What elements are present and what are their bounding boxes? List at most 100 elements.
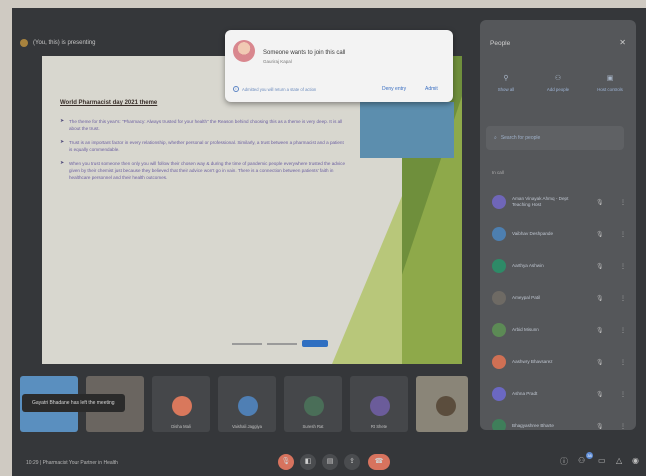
participant-name: Aarthya Ashwin bbox=[512, 263, 544, 268]
shield-icon: ▣ bbox=[606, 75, 614, 82]
bottom-control-bar: 10:29 | Pharmacist Your Partner in Healt… bbox=[12, 452, 646, 476]
mic-off-icon[interactable]: 🎙 bbox=[596, 327, 604, 334]
more-options-icon[interactable]: ⋮ bbox=[620, 391, 626, 398]
avatar bbox=[238, 396, 258, 416]
more-options-icon[interactable]: ⋮ bbox=[620, 295, 626, 302]
avatar bbox=[492, 259, 506, 273]
people-action-label: Add people bbox=[546, 87, 570, 92]
end-call-button[interactable]: ☎ bbox=[368, 454, 390, 470]
slide-title: World Pharmacist day 2021 theme bbox=[60, 100, 158, 106]
slide-control-track bbox=[267, 342, 297, 345]
join-request-note: i Admitted you will return a state of ac… bbox=[233, 86, 316, 92]
more-options-icon[interactable]: ⋮ bbox=[620, 423, 626, 430]
avatar bbox=[172, 396, 192, 416]
people-action-label: Host controls bbox=[597, 87, 623, 92]
participant-name: Bhagyashree Bharte bbox=[512, 423, 554, 428]
presenter-avatar bbox=[20, 39, 28, 47]
captions-button[interactable]: ▤ bbox=[322, 454, 338, 470]
slide-bullet: The theme for this year's: "Pharmacy: Al… bbox=[60, 118, 346, 132]
add-people-button[interactable]: ⚇ Add people bbox=[532, 74, 584, 92]
in-call-section-label: In call bbox=[492, 170, 504, 175]
show-all-button[interactable]: ⚲ Show all bbox=[480, 74, 532, 92]
deny-entry-button[interactable]: Deny entry bbox=[382, 86, 406, 92]
slide-control-track bbox=[232, 342, 262, 345]
meeting-time-title: 10:29 | Pharmacist Your Partner in Healt… bbox=[26, 460, 118, 466]
video-tile[interactable] bbox=[416, 376, 468, 432]
people-panel: People ✕ ⚲ Show all ⚇ Add people ▣ Host … bbox=[480, 20, 636, 430]
mic-off-icon[interactable]: 🎙 bbox=[596, 231, 604, 238]
slide-bullet: When you trust someone then only you wil… bbox=[60, 160, 346, 181]
mic-off-icon[interactable]: 🎙 bbox=[596, 199, 604, 206]
people-actions: ⚲ Show all ⚇ Add people ▣ Host controls bbox=[480, 74, 636, 92]
requester-name: Gauriraj Kapal bbox=[263, 59, 292, 64]
people-panel-title: People bbox=[490, 40, 511, 47]
participant-count-badge: 38 bbox=[586, 452, 593, 459]
participant-row[interactable]: Aashwry Bhavsarez 🎙 ⋮ bbox=[480, 346, 636, 378]
avatar bbox=[492, 387, 506, 401]
group-icon: ⚇ bbox=[554, 75, 562, 82]
avatar bbox=[370, 396, 390, 416]
mic-off-icon[interactable]: 🎙 bbox=[596, 295, 604, 302]
slide-bullets: The theme for this year's: "Pharmacy: Al… bbox=[60, 118, 346, 188]
more-options-icon[interactable]: ⋮ bbox=[620, 359, 626, 366]
mic-button[interactable]: 🎙 bbox=[278, 454, 294, 470]
slide-bullet: Trust is an important factor in every re… bbox=[60, 139, 346, 153]
tile-name: Vaishali Jaggiya bbox=[232, 424, 262, 429]
video-tile[interactable]: Vaishali Jaggiya bbox=[218, 376, 276, 432]
requester-avatar bbox=[233, 40, 255, 62]
participant-row[interactable]: Arbid Misunn 🎙 ⋮ bbox=[480, 314, 636, 346]
slide-controls[interactable] bbox=[232, 340, 328, 347]
presenter-label: (You, this) is presenting bbox=[33, 40, 96, 46]
participant-row[interactable]: Ameypal Patil 🎙 ⋮ bbox=[480, 282, 636, 314]
host-controls-button[interactable]: ▣ Host controls bbox=[584, 74, 636, 92]
tile-name: Rt Shete bbox=[370, 424, 388, 429]
participant-row[interactable]: Aman Vinayak Ahmq - Dept Teaching Host 🎙… bbox=[480, 186, 636, 218]
person-add-icon: ⚲ bbox=[503, 75, 509, 82]
more-options-icon[interactable]: ⋮ bbox=[620, 263, 626, 270]
more-options-icon[interactable]: ⋮ bbox=[620, 327, 626, 334]
avatar bbox=[492, 195, 506, 209]
search-people-input[interactable]: ⌕ Search for people bbox=[486, 126, 624, 150]
people-icon[interactable]: ⚇ bbox=[578, 456, 585, 465]
slide-control-button[interactable] bbox=[302, 340, 328, 347]
info-icon: i bbox=[233, 86, 239, 92]
info-icon[interactable]: ⓘ bbox=[560, 456, 568, 467]
participant-name: Ashna Pradt bbox=[512, 391, 538, 396]
present-button[interactable]: ⇪ bbox=[344, 454, 360, 470]
people-action-label: Show all bbox=[497, 87, 515, 92]
left-meeting-toast: Gayatri Bhadane has left the meeting bbox=[22, 394, 125, 412]
video-tile[interactable]: Rt Shete bbox=[350, 376, 408, 432]
participant-row[interactable]: Aarthya Ashwin 🎙 ⋮ bbox=[480, 250, 636, 282]
slide-decoration bbox=[332, 196, 402, 364]
camera-button[interactable]: ◧ bbox=[300, 454, 316, 470]
mic-off-icon[interactable]: 🎙 bbox=[596, 391, 604, 398]
more-options-icon[interactable]: ⋮ bbox=[620, 199, 626, 206]
search-placeholder: Search for people bbox=[500, 135, 541, 141]
more-options-icon[interactable]: ⋮ bbox=[620, 231, 626, 238]
video-tile[interactable]: Suresh Rat bbox=[284, 376, 342, 432]
chat-icon[interactable]: ▭ bbox=[598, 456, 606, 465]
search-icon: ⌕ bbox=[494, 135, 497, 141]
participant-name: Vaibhav Deshpande bbox=[512, 231, 554, 236]
host-controls-icon[interactable]: ◉ bbox=[632, 456, 639, 465]
mic-off-icon[interactable]: 🎙 bbox=[596, 423, 604, 430]
mic-off-icon[interactable]: 🎙 bbox=[596, 359, 604, 366]
participant-row[interactable]: Bhagyashree Bharte 🎙 ⋮ bbox=[480, 410, 636, 430]
avatar bbox=[304, 396, 324, 416]
close-icon[interactable]: ✕ bbox=[619, 38, 626, 47]
tile-name: Suresh Rat bbox=[302, 424, 324, 429]
activities-icon[interactable]: △ bbox=[616, 456, 622, 465]
participant-name: Arbid Misunn bbox=[512, 327, 539, 332]
avatar bbox=[492, 355, 506, 369]
presentation-slide: World Pharmacist day 2021 theme The them… bbox=[42, 56, 462, 364]
join-request-title: Someone wants to join this call bbox=[263, 50, 346, 56]
participant-row[interactable]: Vaibhav Deshpande 🎙 ⋮ bbox=[480, 218, 636, 250]
avatar bbox=[492, 227, 506, 241]
join-request-dialog: Someone wants to join this call Gauriraj… bbox=[225, 30, 453, 102]
participant-name: Aashwry Bhavsarez bbox=[512, 359, 553, 364]
participant-row[interactable]: Ashna Pradt 🎙 ⋮ bbox=[480, 378, 636, 410]
join-request-note-text: Admitted you will return a state of acti… bbox=[242, 86, 317, 92]
mic-off-icon[interactable]: 🎙 bbox=[596, 263, 604, 270]
video-tile[interactable]: Disha Mali bbox=[152, 376, 210, 432]
admit-button[interactable]: Admit bbox=[425, 86, 438, 92]
